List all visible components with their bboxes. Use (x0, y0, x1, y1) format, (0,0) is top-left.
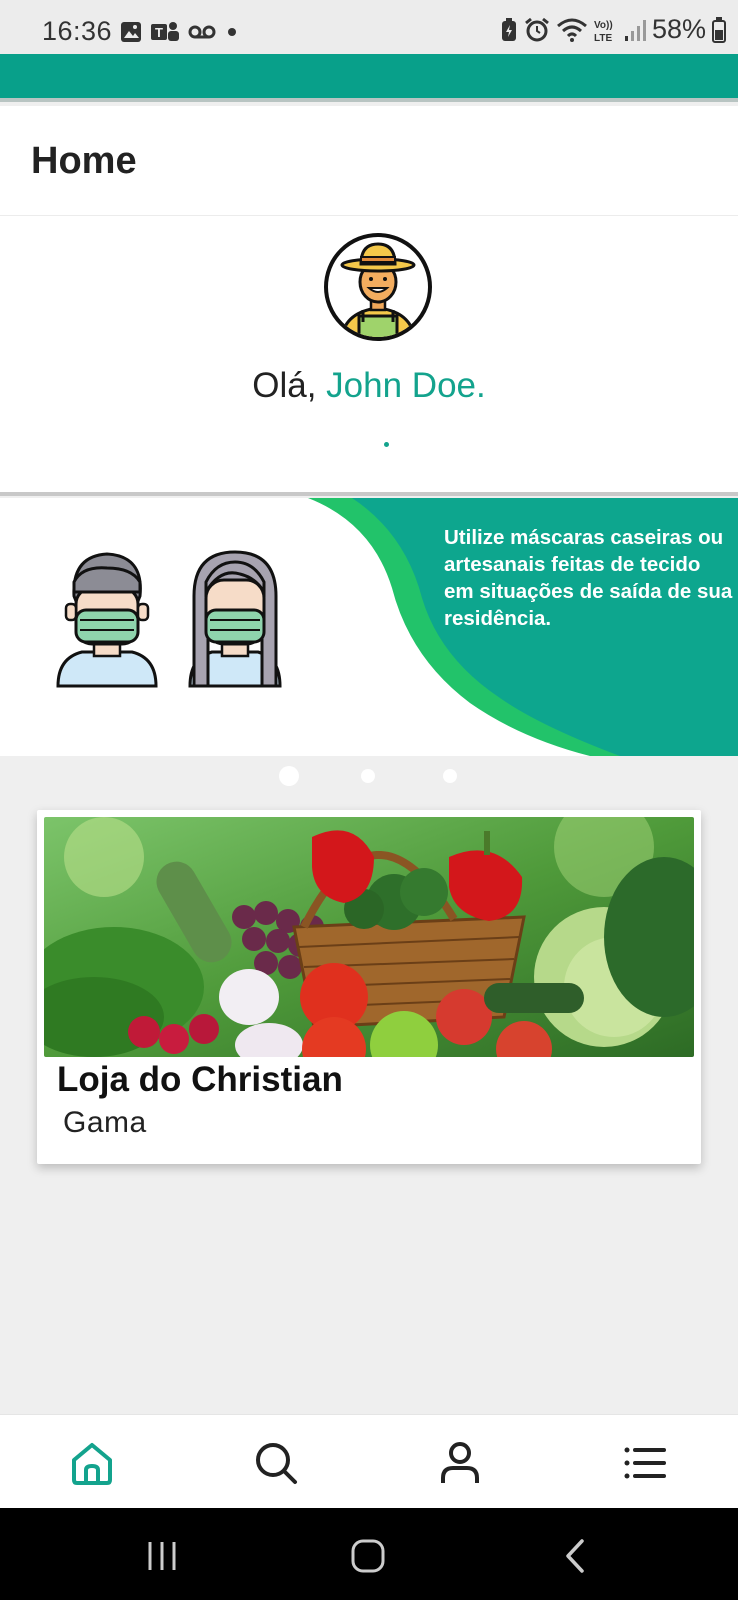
banner-carousel[interactable]: Utilize máscaras caseiras ou artesanais … (0, 498, 738, 756)
back-icon (566, 1539, 584, 1573)
carousel-dot-3[interactable] (443, 769, 457, 783)
carousel-indicators (0, 766, 738, 786)
search-icon (256, 1443, 297, 1484)
dot-icon (228, 28, 236, 36)
nav-profile[interactable] (432, 1435, 488, 1491)
home-button[interactable] (348, 1536, 388, 1576)
signal-icon (624, 19, 646, 41)
back-button[interactable] (556, 1536, 596, 1576)
battery-saver-icon (501, 17, 516, 41)
nav-home[interactable] (64, 1435, 120, 1491)
woman-with-mask-illustration (188, 550, 282, 688)
recents-icon (148, 1542, 176, 1570)
carousel-dot-2[interactable] (361, 769, 375, 783)
greeting-section: Olá, John Doe. (0, 216, 738, 496)
home-icon (72, 1443, 112, 1485)
system-navigation-bar (0, 1508, 738, 1600)
alarm-icon (525, 17, 549, 41)
status-right: Vo)) LTE 58% (500, 14, 726, 45)
status-time: 16:36 (42, 16, 113, 46)
volte-icon: Vo)) LTE (594, 20, 613, 43)
carousel-dot-1[interactable] (279, 766, 299, 786)
list-icon (624, 1447, 666, 1479)
home-circle-icon (351, 1539, 385, 1573)
battery-icon (712, 16, 726, 43)
wifi-icon (556, 18, 587, 42)
page-title: Home (31, 140, 137, 182)
farmer-avatar (324, 233, 432, 341)
bottom-navigation (0, 1414, 738, 1508)
store-name: Loja do Christian (57, 1060, 343, 1099)
recents-button[interactable] (142, 1536, 182, 1576)
teams-icon: T (151, 22, 179, 41)
store-card[interactable]: Loja do Christian Gama (37, 810, 701, 1164)
man-with-mask-illustration (56, 552, 158, 688)
battery-percentage: 58% (651, 14, 706, 44)
loading-dot (384, 442, 389, 447)
user-icon (441, 1442, 479, 1483)
svg-text:LTE: LTE (594, 33, 612, 43)
greeting-text: Olá, John Doe. (0, 366, 738, 406)
header: Home (0, 106, 738, 216)
image-icon (121, 22, 141, 42)
store-image (44, 817, 694, 1057)
status-left-icons: T (120, 20, 240, 44)
store-location: Gama (63, 1106, 147, 1139)
nav-menu[interactable] (617, 1435, 673, 1491)
banner-message: Utilize máscaras caseiras ou artesanais … (444, 526, 733, 630)
svg-text:T: T (155, 25, 163, 40)
svg-text:Vo)): Vo)) (594, 20, 613, 31)
status-bar: 16:36 T Vo)) LTE 58% (0, 0, 738, 54)
voicemail-icon (188, 25, 216, 39)
nav-search[interactable] (248, 1435, 304, 1491)
greeting-prefix: Olá, (252, 366, 327, 405)
app-top-bar (0, 54, 738, 102)
user-name: John Doe. (326, 366, 486, 405)
